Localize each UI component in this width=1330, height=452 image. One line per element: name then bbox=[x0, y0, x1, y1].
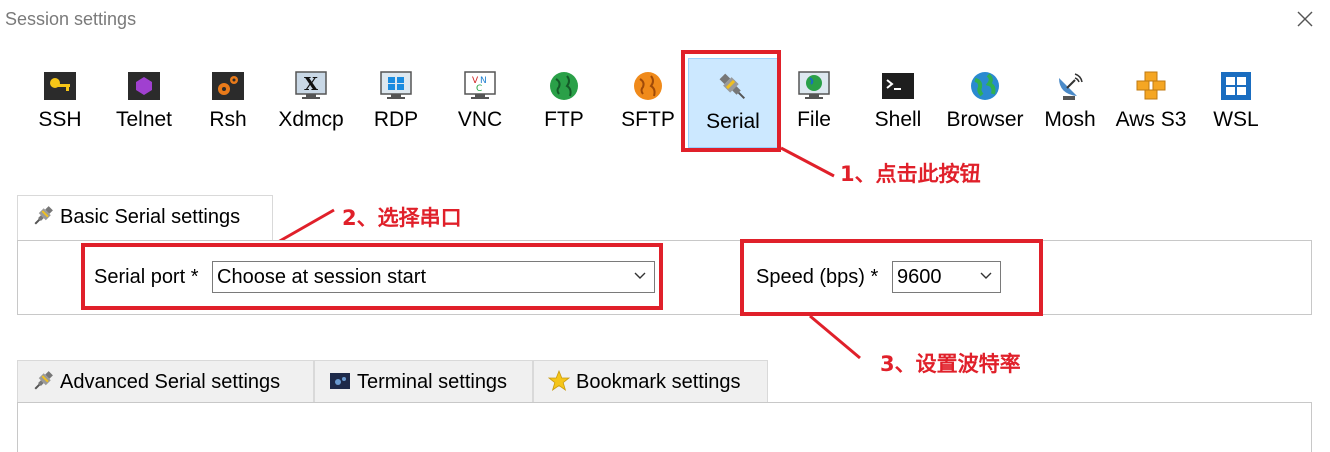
tab-bookmark-settings[interactable]: Bookmark settings bbox=[533, 360, 768, 402]
serial-port-label: Serial port * bbox=[94, 266, 199, 288]
speed-select[interactable]: 9600 bbox=[892, 261, 1001, 293]
serial-port-value: Choose at session start bbox=[217, 266, 426, 288]
serial-plug-icon bbox=[34, 205, 53, 225]
tab-basic-serial-settings[interactable]: Basic Serial settings bbox=[17, 195, 273, 241]
tab-label: Terminal settings bbox=[357, 371, 508, 393]
annotation-step-1: 1、点击此按钮 bbox=[840, 162, 981, 186]
serial-plug-icon bbox=[34, 370, 53, 390]
star-icon bbox=[548, 369, 570, 391]
tab-advanced-serial-settings[interactable]: Advanced Serial settings bbox=[17, 360, 314, 402]
tab-label: Basic Serial settings bbox=[60, 206, 241, 228]
speed-value: 9600 bbox=[897, 266, 942, 288]
annotation-step-2: 2、选择串口 bbox=[342, 206, 462, 230]
annotation-step-3: 3、设置波特率 bbox=[880, 352, 1021, 376]
tab-label: Advanced Serial settings bbox=[60, 371, 281, 393]
speed-label: Speed (bps) * bbox=[756, 266, 879, 288]
advanced-settings-panel bbox=[17, 402, 1312, 452]
chevron-down-icon bbox=[980, 272, 992, 279]
terminal-gear-icon bbox=[330, 372, 350, 389]
chevron-down-icon bbox=[634, 272, 646, 279]
serial-port-select[interactable]: Choose at session start bbox=[212, 261, 655, 293]
tab-label: Bookmark settings bbox=[576, 371, 741, 393]
tab-terminal-settings[interactable]: Terminal settings bbox=[314, 360, 533, 402]
